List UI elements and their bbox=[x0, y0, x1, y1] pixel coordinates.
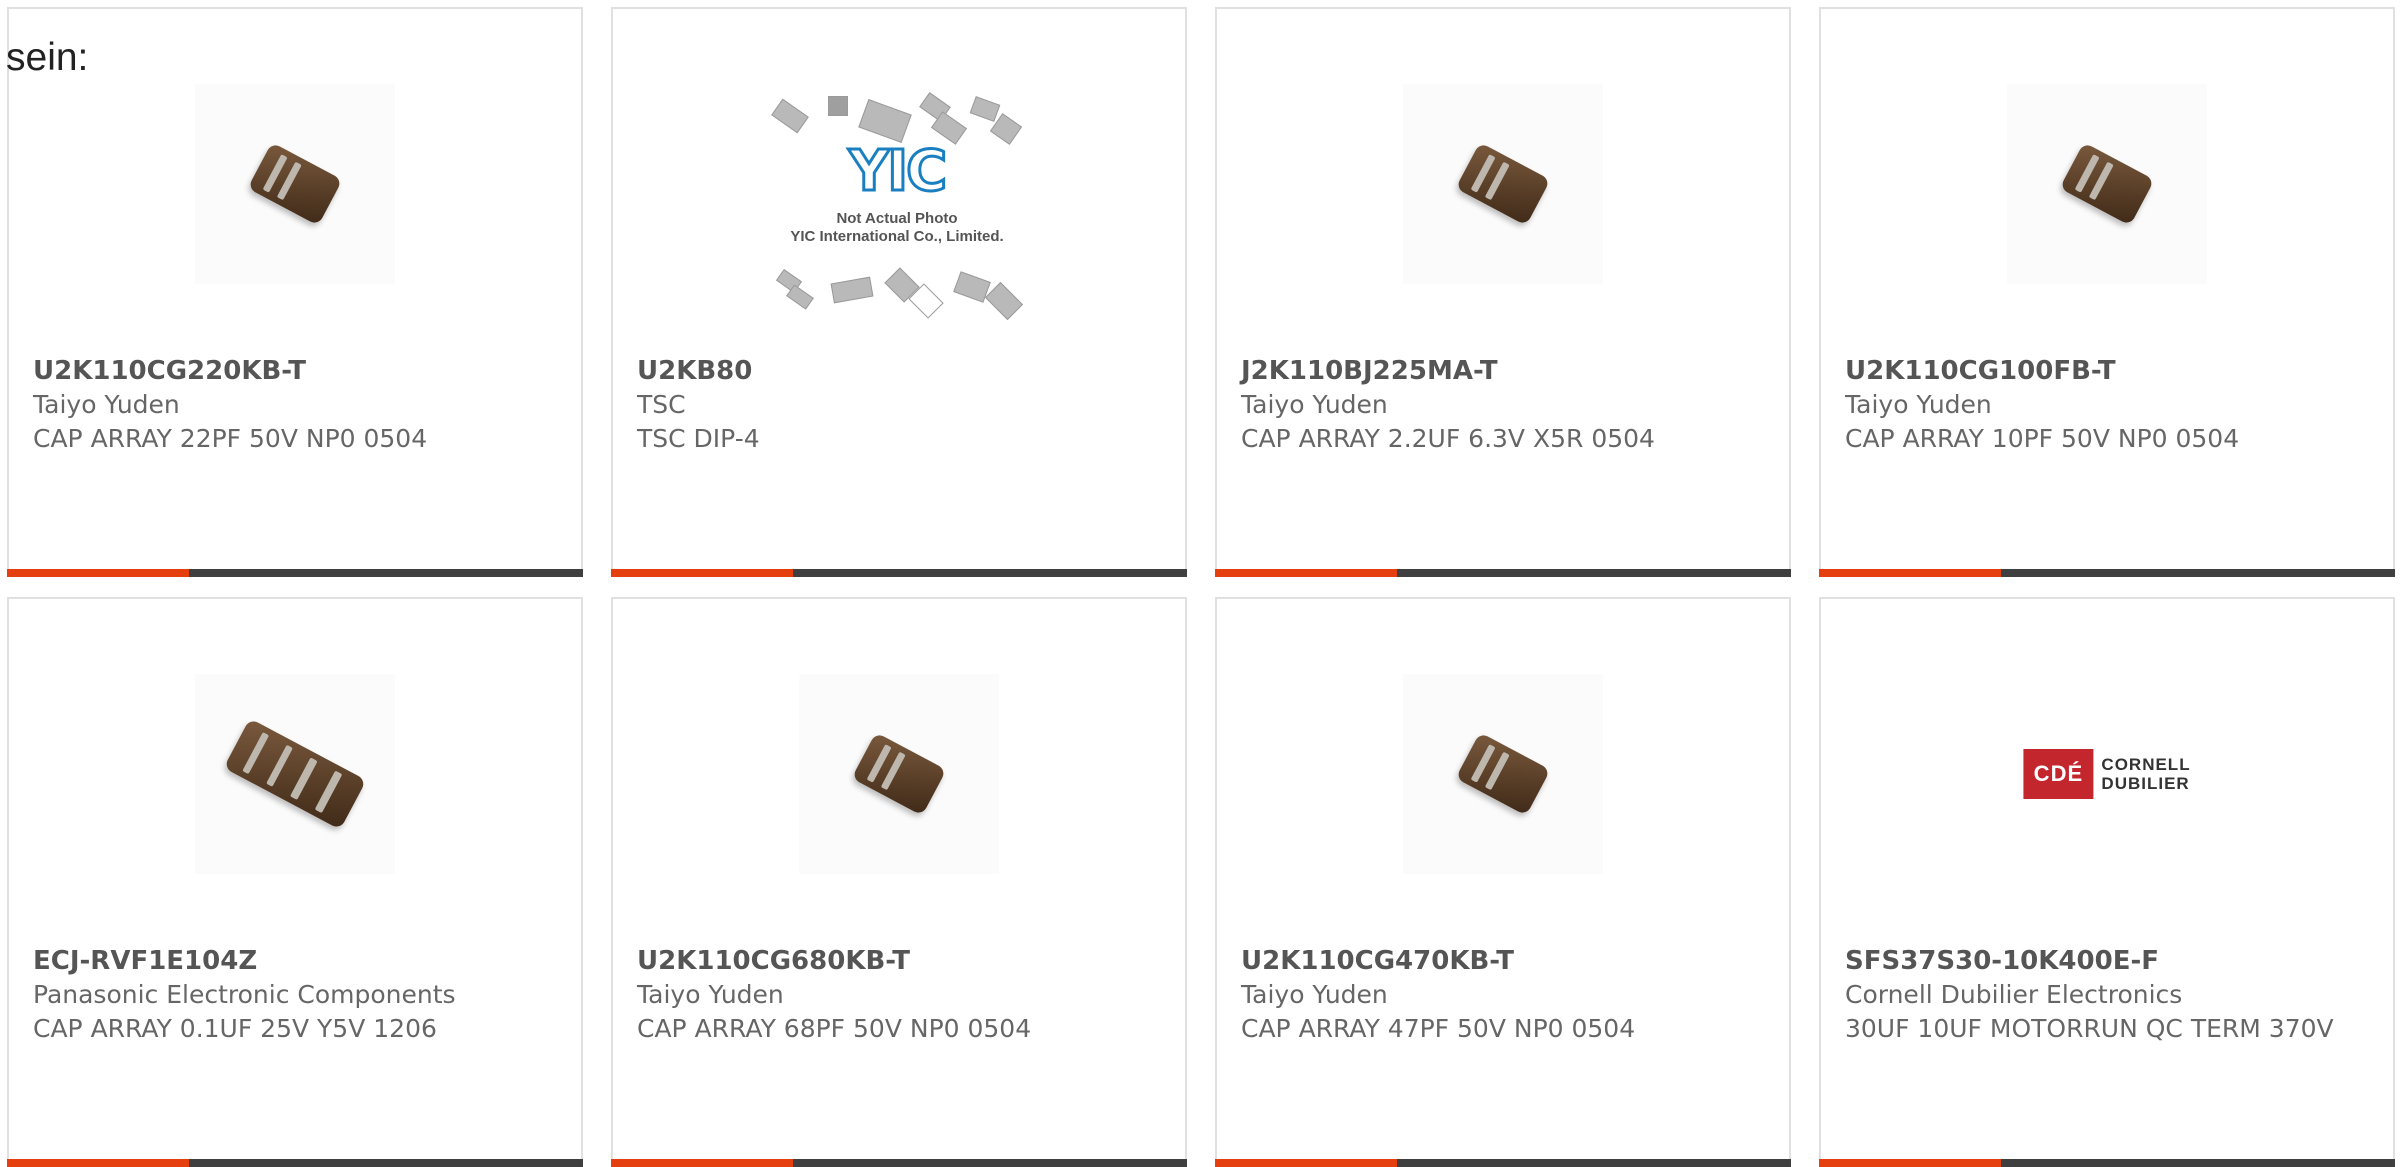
placeholder-image: YIC Not Actual Photo YIC International C… bbox=[762, 84, 1032, 324]
chip-array-icon bbox=[247, 142, 343, 226]
chip-array-icon bbox=[1455, 732, 1551, 816]
chip-array-icon bbox=[1455, 142, 1551, 226]
manufacturer: Panasonic Electronic Components bbox=[33, 980, 456, 1009]
product-image[interactable] bbox=[1403, 84, 1603, 284]
chip-array-icon bbox=[2059, 142, 2155, 226]
product-card[interactable]: U2K110CG100FB-T Taiyo Yuden CAP ARRAY 10… bbox=[1819, 7, 2395, 577]
product-card[interactable]: YIC Not Actual Photo YIC International C… bbox=[611, 7, 1187, 577]
brand-logo: CDÉ CORNELL DUBILIER bbox=[2023, 749, 2190, 799]
product-card[interactable]: J2K110BJ225MA-T Taiyo Yuden CAP ARRAY 2.… bbox=[1215, 7, 1791, 577]
part-number[interactable]: U2K110CG100FB-T bbox=[1845, 354, 2373, 388]
logo-line-2: DUBILIER bbox=[2101, 774, 2190, 793]
description: CAP ARRAY 0.1UF 25V Y5V 1206 bbox=[33, 1014, 437, 1043]
part-number[interactable]: J2K110BJ225MA-T bbox=[1241, 354, 1769, 388]
card-bar bbox=[1819, 1159, 2395, 1167]
card-bar bbox=[611, 1159, 1187, 1167]
product-card[interactable]: ECJ-RVF1E104Z Panasonic Electronic Compo… bbox=[7, 597, 583, 1167]
manufacturer: Cornell Dubilier Electronics bbox=[1845, 980, 2183, 1009]
product-grid: U2K110CG220KB-T Taiyo Yuden CAP ARRAY 22… bbox=[7, 7, 2400, 1167]
description: CAP ARRAY 2.2UF 6.3V X5R 0504 bbox=[1241, 424, 1655, 453]
manufacturer: Taiyo Yuden bbox=[637, 980, 784, 1009]
manufacturer: Taiyo Yuden bbox=[1241, 980, 1388, 1009]
placeholder-note: Not Actual Photo bbox=[836, 210, 958, 227]
intro-text: sein: bbox=[6, 36, 89, 79]
card-bar bbox=[1215, 1159, 1791, 1167]
part-number[interactable]: U2K110CG680KB-T bbox=[637, 944, 1165, 978]
card-bar bbox=[1819, 569, 2395, 577]
product-image[interactable]: CDÉ CORNELL DUBILIER bbox=[2007, 674, 2207, 874]
description: CAP ARRAY 47PF 50V NP0 0504 bbox=[1241, 1014, 1636, 1043]
product-image[interactable] bbox=[1403, 674, 1603, 874]
part-number[interactable]: U2K110CG220KB-T bbox=[33, 354, 561, 388]
description: TSC DIP-4 bbox=[637, 424, 760, 453]
placeholder-company: YIC International Co., Limited. bbox=[790, 228, 1004, 245]
product-card[interactable]: U2K110CG220KB-T Taiyo Yuden CAP ARRAY 22… bbox=[7, 7, 583, 577]
product-image[interactable]: YIC Not Actual Photo YIC International C… bbox=[747, 69, 1047, 339]
card-bar bbox=[7, 1159, 583, 1167]
product-card[interactable]: U2K110CG470KB-T Taiyo Yuden CAP ARRAY 47… bbox=[1215, 597, 1791, 1167]
chip-array-wide-icon bbox=[223, 718, 367, 830]
part-number[interactable]: U2K110CG470KB-T bbox=[1241, 944, 1769, 978]
chip-array-icon bbox=[851, 732, 947, 816]
product-image[interactable] bbox=[2007, 84, 2207, 284]
description: 30UF 10UF MOTORRUN QC TERM 370V bbox=[1845, 1014, 2334, 1043]
card-bar bbox=[1215, 569, 1791, 577]
card-bar bbox=[7, 569, 583, 577]
product-image[interactable] bbox=[195, 674, 395, 874]
logo-line-1: CORNELL bbox=[2101, 755, 2191, 774]
manufacturer: Taiyo Yuden bbox=[33, 390, 180, 419]
cde-logo-mark: CDÉ bbox=[2023, 749, 2094, 799]
part-number[interactable]: SFS37S30-10K400E-F bbox=[1845, 944, 2373, 978]
product-image[interactable] bbox=[195, 84, 395, 284]
product-image[interactable] bbox=[799, 674, 999, 874]
part-number[interactable]: U2KB80 bbox=[637, 354, 1165, 388]
yic-logo: YIC bbox=[847, 138, 949, 206]
manufacturer: TSC bbox=[637, 390, 686, 419]
description: CAP ARRAY 22PF 50V NP0 0504 bbox=[33, 424, 428, 453]
product-card[interactable]: U2K110CG680KB-T Taiyo Yuden CAP ARRAY 68… bbox=[611, 597, 1187, 1167]
manufacturer: Taiyo Yuden bbox=[1845, 390, 1992, 419]
description: CAP ARRAY 10PF 50V NP0 0504 bbox=[1845, 424, 2240, 453]
card-bar bbox=[611, 569, 1187, 577]
manufacturer: Taiyo Yuden bbox=[1241, 390, 1388, 419]
description: CAP ARRAY 68PF 50V NP0 0504 bbox=[637, 1014, 1032, 1043]
part-number[interactable]: ECJ-RVF1E104Z bbox=[33, 944, 561, 978]
product-card[interactable]: CDÉ CORNELL DUBILIER SFS37S30-10K400E-F … bbox=[1819, 597, 2395, 1167]
